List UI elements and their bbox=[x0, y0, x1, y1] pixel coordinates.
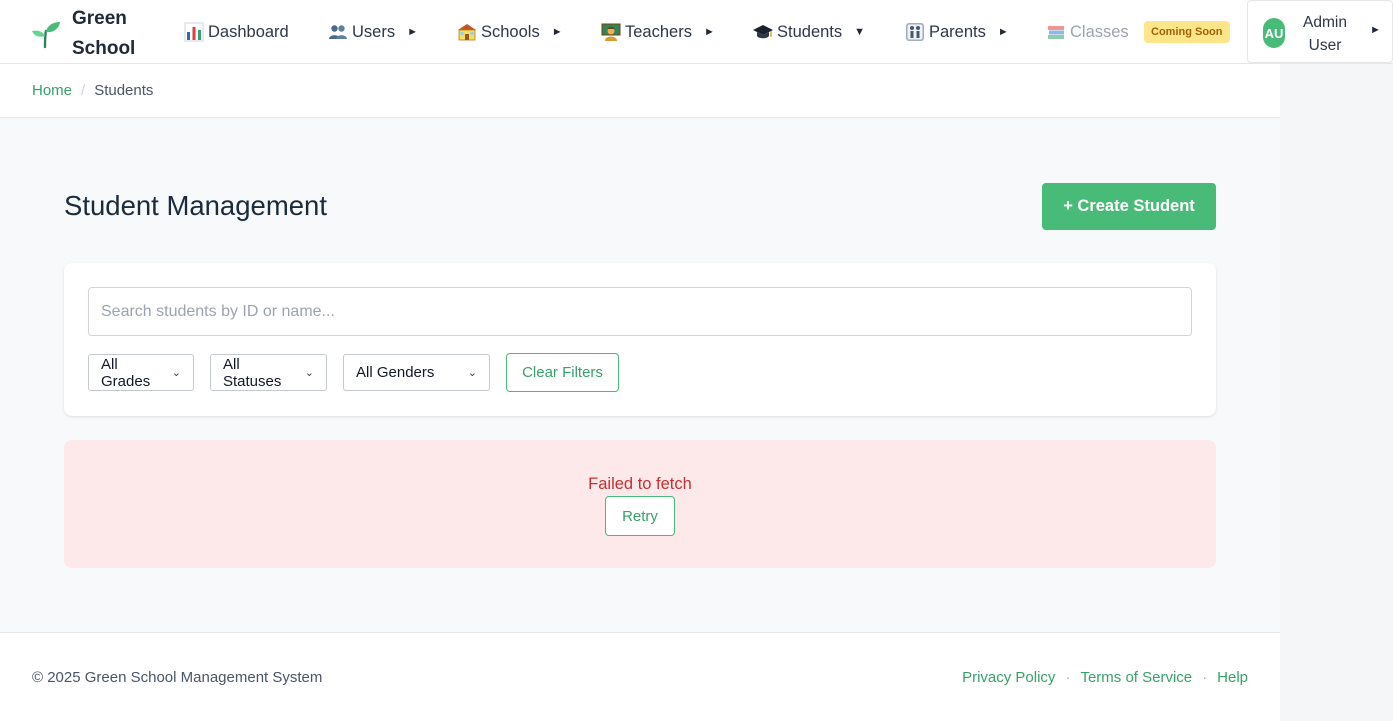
user-menu[interactable]: AU Admin User ► bbox=[1247, 0, 1393, 63]
brand[interactable]: Green School bbox=[31, 4, 142, 64]
nav-teachers-label: Teachers bbox=[625, 22, 692, 41]
nav-teachers[interactable]: Teachers ► bbox=[601, 18, 715, 46]
nav-students-label: Students bbox=[777, 22, 843, 41]
search-input[interactable] bbox=[88, 287, 1192, 336]
terms-of-service-link[interactable]: Terms of Service bbox=[1080, 669, 1192, 686]
footer-links: Privacy Policy · Terms of Service · Help bbox=[962, 669, 1248, 686]
clear-filters-button[interactable]: Clear Filters bbox=[506, 353, 619, 392]
copyright-text: © 2025 Green School Management System bbox=[32, 669, 323, 686]
graduation-cap-icon bbox=[753, 25, 773, 39]
nav-classes: Classes bbox=[1046, 18, 1129, 46]
breadcrumb: Home / Students bbox=[32, 82, 153, 99]
user-name: Admin User bbox=[1303, 14, 1347, 54]
footer-separator: · bbox=[1065, 669, 1071, 686]
error-alert: Failed to fetch Retry bbox=[64, 440, 1216, 568]
grade-filter-value: All Grades bbox=[101, 355, 151, 390]
chevron-right-icon: ► bbox=[551, 26, 563, 38]
status-filter-select[interactable]: All Statuses ⌄ bbox=[210, 354, 327, 391]
coming-soon-badge: Coming Soon bbox=[1144, 21, 1230, 43]
breadcrumb-current: Students bbox=[94, 82, 154, 99]
gender-filter-select[interactable]: All Genders ⌄ bbox=[343, 354, 490, 391]
chevron-down-icon: ▼ bbox=[854, 26, 866, 38]
chevron-down-icon: ⌄ bbox=[171, 367, 181, 379]
nav-dashboard-label: Dashboard bbox=[208, 22, 289, 41]
chevron-right-icon: ► bbox=[407, 26, 418, 38]
nav-users-label: Users bbox=[352, 22, 396, 41]
breadcrumb-bar: Home / Students bbox=[0, 64, 1280, 118]
retry-button[interactable]: Retry bbox=[605, 496, 675, 536]
grade-filter-select[interactable]: All Grades ⌄ bbox=[88, 354, 194, 391]
nav-dashboard[interactable]: Dashboard bbox=[184, 18, 289, 46]
chevron-down-icon: ⌄ bbox=[304, 367, 314, 379]
create-student-button[interactable]: + Create Student bbox=[1042, 183, 1216, 230]
footer: © 2025 Green School Management System Pr… bbox=[0, 632, 1280, 721]
nav-users[interactable]: Users ► bbox=[328, 18, 418, 46]
breadcrumb-separator: / bbox=[81, 82, 86, 99]
privacy-policy-link[interactable]: Privacy Policy bbox=[962, 669, 1055, 686]
chevron-right-icon: ► bbox=[997, 26, 1009, 38]
right-gutter bbox=[1280, 63, 1393, 721]
family-icon bbox=[906, 23, 924, 41]
school-building-icon bbox=[458, 24, 476, 41]
people-icon bbox=[329, 25, 347, 39]
sprout-icon bbox=[32, 22, 60, 49]
nav-classes-label: Classes bbox=[1070, 22, 1129, 41]
nav-schools-label: Schools bbox=[481, 22, 540, 41]
error-message: Failed to fetch bbox=[588, 475, 692, 493]
breadcrumb-home-link[interactable]: Home bbox=[32, 82, 72, 99]
filter-card: All Grades ⌄ All Statuses ⌄ All Genders … bbox=[64, 263, 1216, 416]
nav-schools[interactable]: Schools ► bbox=[457, 18, 563, 46]
page-title: Student Management bbox=[64, 190, 327, 221]
gender-filter-value: All Genders bbox=[356, 364, 435, 381]
chevron-down-icon: ⌄ bbox=[467, 367, 477, 379]
bar-chart-icon bbox=[184, 22, 204, 42]
help-link[interactable]: Help bbox=[1217, 669, 1248, 686]
chevron-right-icon: ► bbox=[1370, 24, 1381, 36]
brand-name: Green School bbox=[72, 8, 136, 59]
teacher-icon bbox=[601, 23, 621, 41]
chevron-right-icon: ► bbox=[703, 26, 715, 38]
status-filter-value: All Statuses bbox=[223, 355, 282, 390]
nav-students[interactable]: Students ▼ bbox=[753, 18, 865, 46]
nav-parents-label: Parents bbox=[929, 22, 986, 41]
avatar: AU bbox=[1263, 18, 1285, 48]
nav-parents[interactable]: Parents ► bbox=[905, 18, 1009, 46]
footer-separator: · bbox=[1202, 669, 1208, 686]
top-navbar: Green School Dashboard Users ► Schools ►… bbox=[0, 0, 1393, 64]
books-icon bbox=[1048, 26, 1064, 39]
